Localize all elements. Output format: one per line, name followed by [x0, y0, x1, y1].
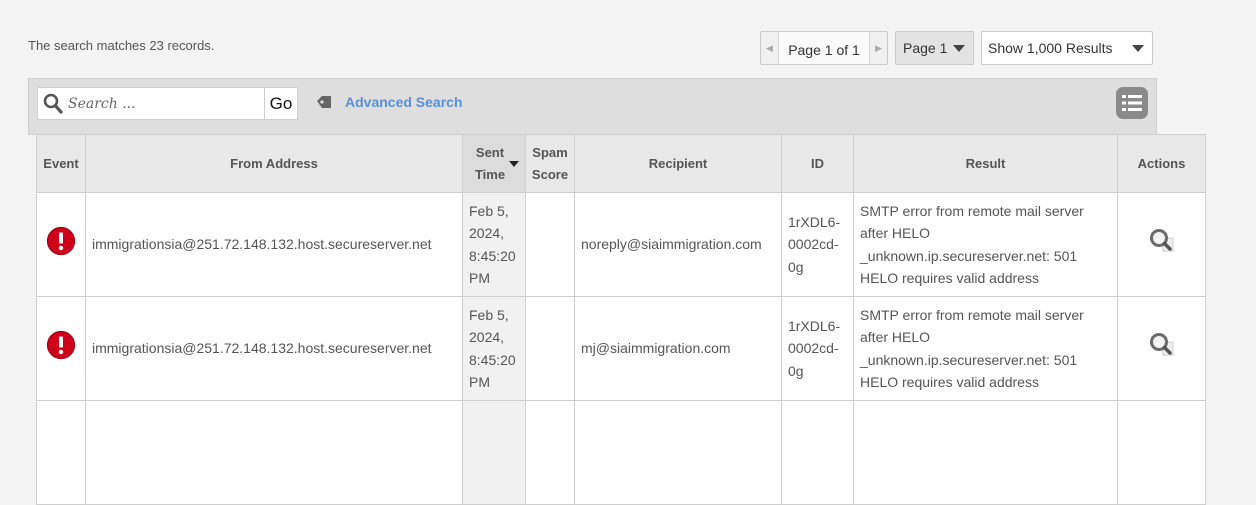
from-address-cell: immigrationsia@251.72.148.132.host.secur…	[85, 296, 463, 401]
column-header-event[interactable]: Event	[36, 134, 86, 193]
table-row: immigrationsia@251.72.148.132.host.secur…	[36, 296, 1206, 401]
spam-score-cell	[525, 192, 575, 297]
id-cell	[781, 400, 854, 505]
recipient-cell	[574, 400, 782, 505]
results-per-page-value: Show 1,000 Results	[988, 40, 1113, 56]
caret-down-icon	[1132, 45, 1144, 52]
from-address-cell	[85, 400, 463, 505]
result-cell: SMTP error from remote mail server after…	[853, 296, 1118, 401]
event-cell	[36, 296, 86, 401]
table-row: immigrationsia@251.72.148.132.host.secur…	[36, 192, 1206, 297]
chevron-right-icon: ▶	[875, 42, 882, 53]
tag-icon	[317, 96, 331, 108]
chevron-left-icon: ◀	[766, 42, 773, 53]
go-button[interactable]: Go	[264, 87, 298, 120]
recipient-cell: noreply@siaimmigration.com	[574, 192, 782, 297]
column-header-sent-time-label: Sent Time	[474, 144, 506, 182]
table-header-row: Event From Address Sent Time Spam Score …	[36, 134, 1206, 193]
column-header-sent-time[interactable]: Sent Time	[462, 134, 526, 193]
magnifier-icon[interactable]	[1148, 331, 1176, 359]
search-box	[37, 87, 264, 120]
actions-cell	[1117, 400, 1206, 505]
event-cell	[36, 400, 86, 505]
caret-down-icon	[953, 45, 965, 52]
sent-time-cell: Feb 5, 2024, 8:45:20 PM	[462, 296, 526, 401]
result-cell	[853, 400, 1118, 505]
prev-page-button[interactable]: ◀	[761, 32, 779, 64]
column-header-actions: Actions	[1117, 134, 1206, 193]
magnifier-icon[interactable]	[1148, 227, 1176, 255]
search-toolbar: Go Advanced Search	[28, 78, 1157, 135]
page-select-value: Page 1	[903, 40, 948, 56]
sort-descending-icon	[509, 161, 519, 167]
column-header-id[interactable]: ID	[781, 134, 854, 193]
search-icon	[43, 93, 63, 114]
spam-score-cell	[525, 400, 575, 505]
error-icon	[46, 331, 76, 360]
event-cell	[36, 192, 86, 297]
advanced-search-link[interactable]: Advanced Search	[345, 94, 463, 110]
id-cell: 1rXDL6-0002cd-0g	[781, 296, 854, 401]
results-summary: The search matches 23 records.	[28, 38, 215, 53]
sent-time-cell	[462, 400, 526, 505]
column-header-result[interactable]: Result	[853, 134, 1118, 193]
delivery-report-table: Event From Address Sent Time Spam Score …	[36, 134, 1206, 505]
from-address-cell: immigrationsia@251.72.148.132.host.secur…	[85, 192, 463, 297]
result-cell: SMTP error from remote mail server after…	[853, 192, 1118, 297]
actions-cell	[1117, 296, 1206, 401]
column-header-recipient[interactable]: Recipient	[574, 134, 782, 193]
page-select[interactable]: Page 1	[895, 31, 974, 65]
spam-score-cell	[525, 296, 575, 401]
table-row	[36, 400, 1206, 505]
next-page-button[interactable]: ▶	[869, 32, 887, 64]
list-view-icon[interactable]	[1116, 87, 1148, 119]
column-header-spam-score[interactable]: Spam Score	[525, 134, 575, 193]
search-input[interactable]	[66, 90, 256, 117]
sent-time-cell: Feb 5, 2024, 8:45:20 PM	[462, 192, 526, 297]
results-per-page-select[interactable]: Show 1,000 Results	[981, 31, 1153, 65]
id-cell: 1rXDL6-0002cd-0g	[781, 192, 854, 297]
error-icon	[46, 227, 76, 256]
actions-cell	[1117, 192, 1206, 297]
column-header-from-address[interactable]: From Address	[85, 134, 463, 193]
pagination-control: ◀ Page 1 of 1 ▶	[760, 31, 888, 65]
recipient-cell: mj@siaimmigration.com	[574, 296, 782, 401]
page-indicator: Page 1 of 1	[779, 32, 869, 64]
